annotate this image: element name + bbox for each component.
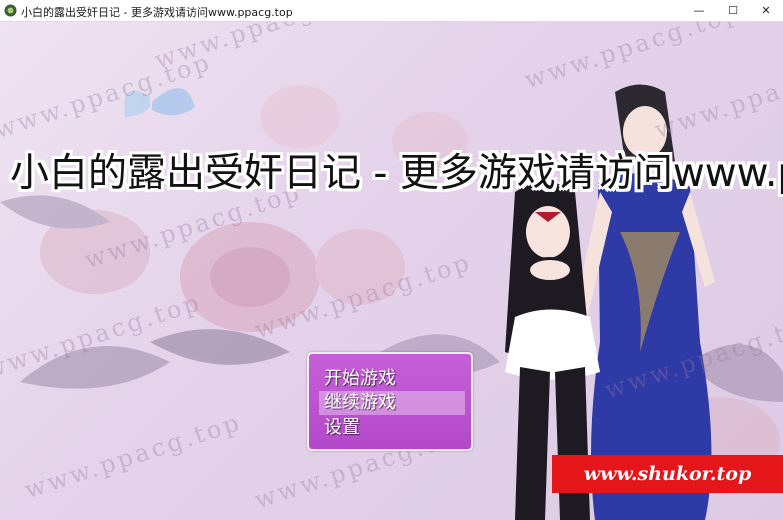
menu-item-continue[interactable]: 继续游戏: [319, 391, 465, 415]
app-icon: [4, 4, 17, 17]
game-title: 小白的露出受奸日记 - 更多游戏请访问www.ppacg.top: [10, 151, 783, 196]
promo-banner: www.shukor.top: [552, 455, 783, 493]
game-screen[interactable]: www.ppacg.top www.ppacg.top www.ppacg.to…: [0, 22, 783, 520]
window-titlebar: 小白的露出受奸日记 - 更多游戏请访问www.ppacg.top — ☐ ✕: [0, 0, 783, 22]
window-title: 小白的露出受奸日记 - 更多游戏请访问www.ppacg.top: [21, 6, 293, 19]
menu-item-options[interactable]: 设置: [319, 416, 465, 440]
promo-banner-text: www.shukor.top: [583, 463, 752, 485]
menu-item-new-game[interactable]: 开始游戏: [319, 367, 465, 391]
maximize-button[interactable]: ☐: [716, 0, 750, 22]
minimize-button[interactable]: —: [682, 0, 716, 22]
title-menu: 开始游戏 继续游戏 设置: [307, 352, 473, 451]
close-button[interactable]: ✕: [749, 0, 783, 22]
